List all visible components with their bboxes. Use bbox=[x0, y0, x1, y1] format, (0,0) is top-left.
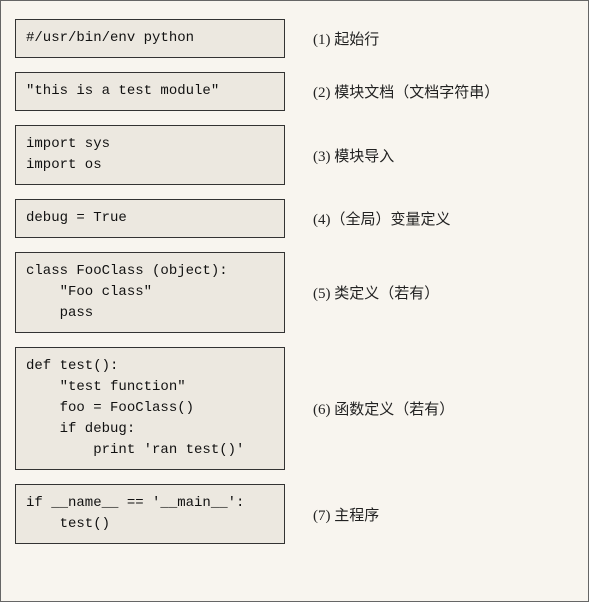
code-main: if __name__ == '__main__': test() bbox=[15, 484, 285, 544]
label-main: (7) 主程序 bbox=[313, 504, 379, 525]
section-row: "this is a test module" (2) 模块文档（文档字符串） bbox=[15, 72, 574, 111]
code-function: def test(): "test function" foo = FooCla… bbox=[15, 347, 285, 470]
section-row: import sys import os (3) 模块导入 bbox=[15, 125, 574, 185]
label-function: (6) 函数定义（若有） bbox=[313, 398, 454, 419]
code-globals: debug = True bbox=[15, 199, 285, 238]
label-docstring: (2) 模块文档（文档字符串） bbox=[313, 81, 499, 102]
code-docstring: "this is a test module" bbox=[15, 72, 285, 111]
code-shebang: #/usr/bin/env python bbox=[15, 19, 285, 58]
section-row: if __name__ == '__main__': test() (7) 主程… bbox=[15, 484, 574, 544]
code-imports: import sys import os bbox=[15, 125, 285, 185]
code-class: class FooClass (object): "Foo class" pas… bbox=[15, 252, 285, 333]
section-row: #/usr/bin/env python (1) 起始行 bbox=[15, 19, 574, 58]
section-row: class FooClass (object): "Foo class" pas… bbox=[15, 252, 574, 333]
section-row: debug = True (4)（全局）变量定义 bbox=[15, 199, 574, 238]
label-shebang: (1) 起始行 bbox=[313, 28, 379, 49]
label-globals: (4)（全局）变量定义 bbox=[313, 208, 451, 229]
diagram-container: #/usr/bin/env python (1) 起始行 "this is a … bbox=[0, 0, 589, 602]
label-class: (5) 类定义（若有） bbox=[313, 282, 439, 303]
label-imports: (3) 模块导入 bbox=[313, 145, 394, 166]
section-row: def test(): "test function" foo = FooCla… bbox=[15, 347, 574, 470]
